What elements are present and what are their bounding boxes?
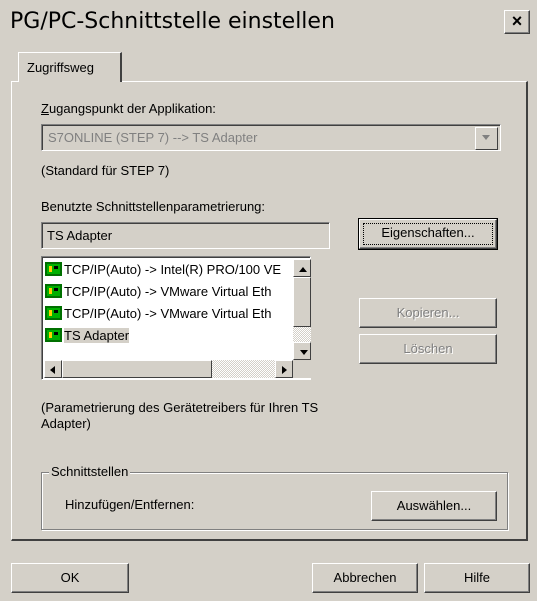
properties-button[interactable]: Eigenschaften... [358,218,498,250]
access-point-note: (Standard für STEP 7) [41,163,170,178]
interface-listbox[interactable]: TCP/IP(Auto) -> Intel(R) PRO/100 VE TCP/… [41,256,311,380]
access-point-label-rest: ugangspunkt der Applikation: [48,101,216,116]
close-icon: × [511,11,523,31]
ok-button[interactable]: OK [11,563,129,593]
close-button[interactable]: × [504,10,530,34]
network-adapter-icon [45,306,62,320]
add-remove-label: Hinzufügen/Entfernen: [65,497,195,512]
network-adapter-icon [45,328,62,342]
tab-zugriffsweg[interactable]: Zugriffsweg [18,52,122,82]
help-button[interactable]: Hilfe [424,563,530,593]
list-item[interactable]: TCP/IP(Auto) -> Intel(R) PRO/100 VE [45,259,291,281]
vertical-scrollbar[interactable] [293,259,311,360]
combo-dropdown-button [475,127,498,150]
cancel-button[interactable]: Abbrechen [312,563,418,593]
arrow-up-icon [299,267,307,272]
arrow-left-icon [50,366,55,374]
access-point-combo: S7ONLINE (STEP 7) --> TS Adapter [41,124,501,151]
window-title: PG/PC-Schnittstelle einstellen [10,9,335,34]
scrollbar-corner [293,360,311,378]
vertical-scroll-thumb[interactable] [293,277,311,327]
title-bar: PG/PC-Schnittstelle einstellen × [0,0,537,44]
horizontal-scrollbar[interactable] [44,360,293,378]
horizontal-scroll-thumb[interactable] [62,360,212,378]
arrow-right-icon [282,366,287,374]
arrow-down-icon [300,350,308,355]
list-item[interactable]: TCP/IP(Auto) -> VMware Virtual Eth [45,281,291,303]
driver-description: (Parametrierung des Gerätetreibers für I… [41,400,319,431]
copy-button[interactable]: Kopieren... [359,298,497,328]
select-button[interactable]: Auswählen... [371,491,497,521]
network-adapter-icon [45,284,62,298]
scroll-up-button[interactable] [293,259,311,277]
focus-rect [363,223,493,245]
interface-param-field: TS Adapter [41,222,330,249]
scroll-left-button[interactable] [44,360,62,378]
interfaces-group-title: Schnittstellen [49,464,131,479]
delete-button[interactable]: Löschen [359,334,497,364]
access-point-value: S7ONLINE (STEP 7) --> TS Adapter [48,130,258,145]
scroll-down-button[interactable] [293,342,311,360]
interface-param-label: Benutzte Schnittstellenparametrierung: [41,199,266,214]
scroll-right-button[interactable] [275,360,293,378]
network-adapter-icon [45,262,62,276]
chevron-down-icon [482,135,490,140]
access-point-label: Zugangspunkt der Applikation: [41,101,216,116]
list-item[interactable]: TCP/IP(Auto) -> VMware Virtual Eth [45,303,291,325]
list-item-selected[interactable]: TS Adapter [45,325,291,347]
